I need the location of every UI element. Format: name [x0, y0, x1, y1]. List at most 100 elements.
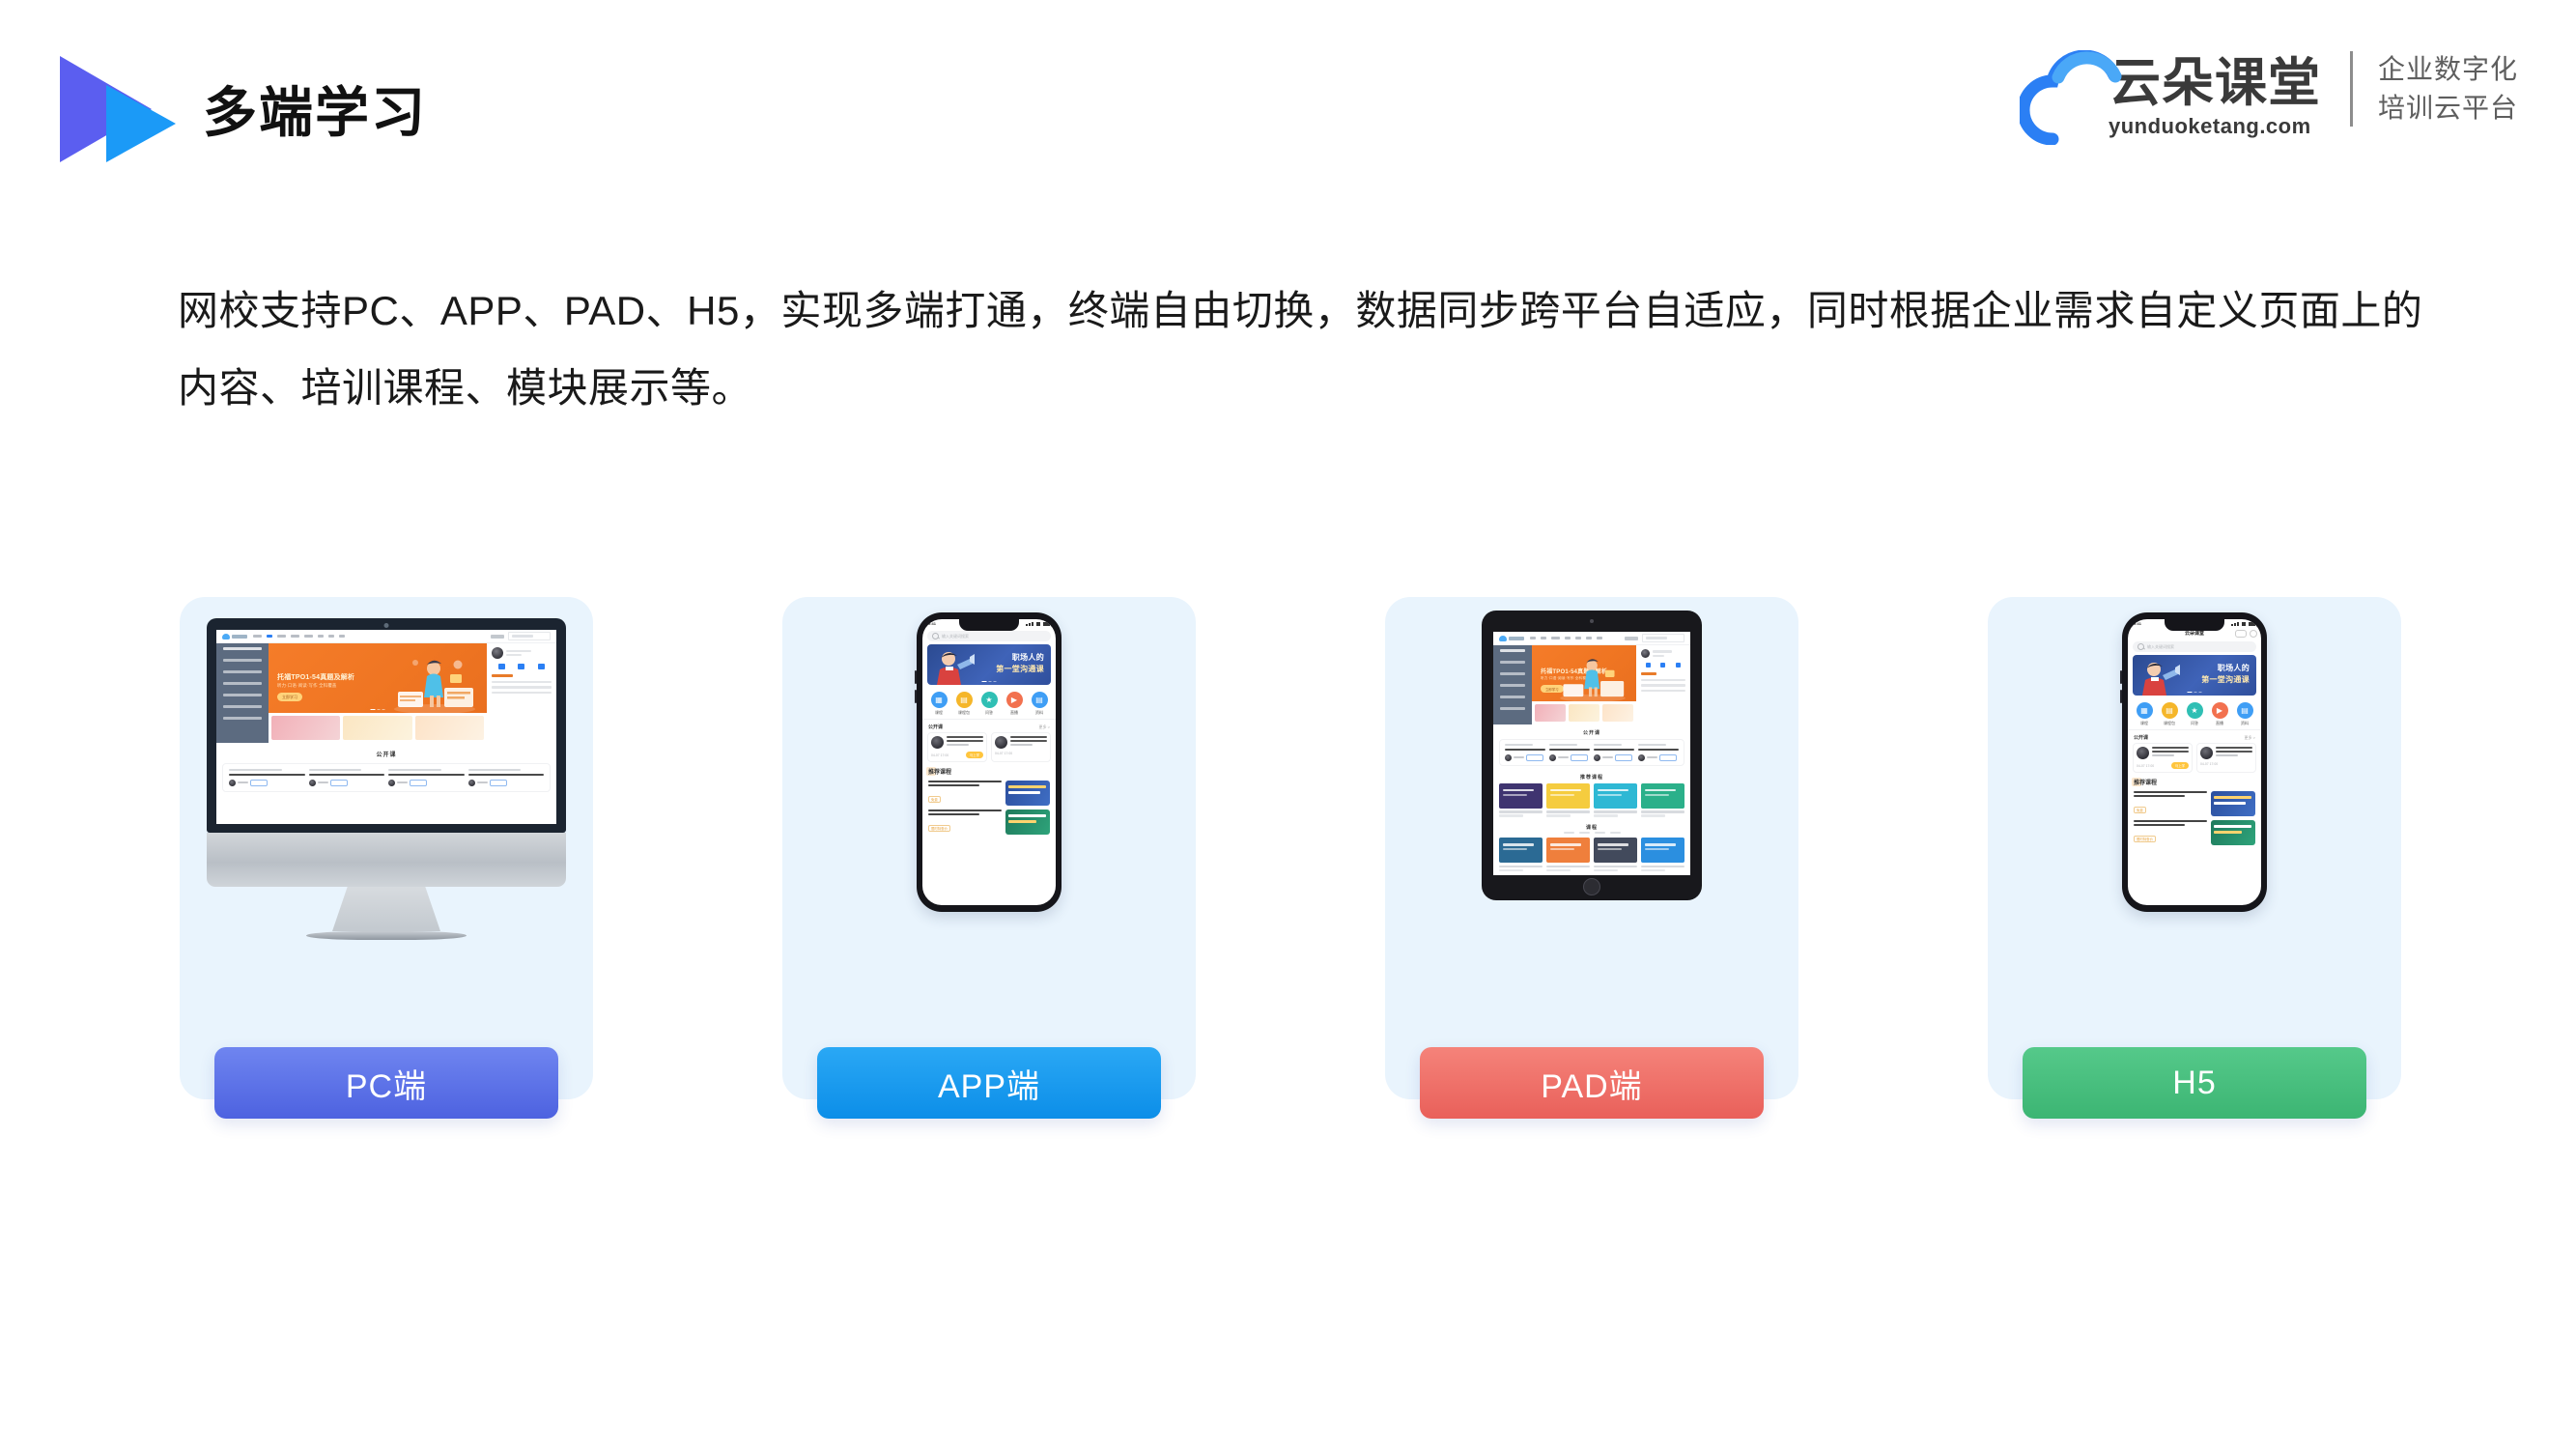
- status-time: 9:41: [928, 621, 937, 626]
- avatar: [931, 736, 944, 749]
- live-icon: ▶: [2211, 702, 2228, 719]
- search-input[interactable]: 输入关键词搜索: [927, 631, 1051, 641]
- course-tile[interactable]: [1546, 838, 1590, 871]
- triangle-blue-icon: [106, 85, 176, 162]
- avatar: [995, 736, 1007, 749]
- tab-item[interactable]: [1563, 831, 1574, 835]
- course-tag: 马上学: [2170, 762, 2189, 769]
- category-item[interactable]: ▤ 课程包: [955, 692, 973, 716]
- category-item[interactable]: ▤ 资料: [1031, 692, 1048, 716]
- open-course-list: 04-07 17:00 马上学 04-07 17:00: [2128, 743, 2261, 773]
- tab-item[interactable]: [1578, 831, 1590, 835]
- category-item[interactable]: ▶ 直播: [1005, 692, 1023, 716]
- app-banner[interactable]: 职场人的 第一堂沟通课: [927, 644, 1051, 685]
- volume-up-button: [915, 670, 917, 684]
- search-input[interactable]: 输入关键词搜索: [2133, 641, 2256, 652]
- pc-label-button[interactable]: PC端: [214, 1047, 558, 1119]
- recommend-badge: 免费: [2134, 806, 2146, 813]
- recommend-thumbnail: [1005, 781, 1050, 806]
- category-item[interactable]: ▦ 课程: [930, 692, 948, 716]
- tab-item[interactable]: [1594, 831, 1605, 835]
- course-tile[interactable]: [1499, 838, 1543, 871]
- hero-illustration: [390, 653, 479, 713]
- brand-tagline-line1: 企业数字化: [2377, 54, 2518, 85]
- sidebar-item: [223, 682, 262, 686]
- more-link[interactable]: 更多 >: [1039, 724, 1050, 730]
- promo-banner: [343, 716, 412, 740]
- pc-hero-button: 立即学习: [277, 693, 302, 701]
- pad-website-preview: 托福TPO1-54真题及解析 听力·口语·阅读·写作 全科覆盖 立即学习 公开课…: [1493, 632, 1690, 875]
- course-tile[interactable]: [1499, 782, 1543, 817]
- course-item[interactable]: 04-07 17:00 马上学: [2133, 743, 2193, 773]
- course-tile[interactable]: [1641, 838, 1684, 871]
- app-label-button[interactable]: APP端: [817, 1047, 1161, 1119]
- course-card: [229, 769, 305, 786]
- course-tile[interactable]: [1594, 782, 1637, 817]
- category-item[interactable]: ▤ 资料: [2236, 702, 2253, 726]
- category-item[interactable]: ★ 问答: [2186, 702, 2203, 726]
- pc-body: 托福TPO1-54真题及解析 听力·口语·阅读·写作 全科覆盖 立即学习: [216, 643, 556, 743]
- wechat-capsule-buttons[interactable]: [2235, 629, 2257, 638]
- category-item[interactable]: ▶ 直播: [2211, 702, 2228, 726]
- brand-logo-block: 云朵课堂 yunduoketang.com 企业数字化 培训云平台: [2017, 39, 2518, 146]
- nav-item: [1551, 637, 1560, 639]
- promo-banner: [1569, 704, 1599, 722]
- sidebar-item: [1500, 649, 1525, 653]
- pc-sidebar: [216, 643, 269, 743]
- user-profile: [1641, 649, 1685, 658]
- nav-item: [304, 635, 313, 638]
- course-time: 04-07 17:00: [2137, 763, 2155, 768]
- home-button[interactable]: [1583, 878, 1600, 895]
- device-card-pc[interactable]: 托福TPO1-54真题及解析 听力·口语·阅读·写作 全科覆盖 立即学习 公开课…: [180, 597, 593, 1119]
- brand-wordmark: 云朵课堂 yunduoketang.com: [2109, 57, 2321, 145]
- course-tile[interactable]: [1641, 782, 1684, 817]
- category-label: 问答: [985, 710, 993, 715]
- device-card-app[interactable]: 9:41 输入关键词搜索 职场人的 第一堂沟通课 ▦ 课程 ▤ 课程包 ★ 问答…: [782, 597, 1196, 1119]
- course-item[interactable]: 04-07 17:00 马上学: [927, 732, 987, 762]
- device-card-pad[interactable]: 托福TPO1-54真题及解析 听力·口语·阅读·写作 全科覆盖 立即学习 公开课…: [1385, 597, 1798, 1119]
- course-tile[interactable]: [1546, 782, 1590, 817]
- nav-item: [291, 635, 299, 638]
- page-title: 多端学习: [203, 82, 427, 143]
- status-icons: [1026, 621, 1050, 626]
- course-item[interactable]: 04-07 17:00: [2196, 743, 2256, 773]
- course-card: [467, 769, 544, 786]
- course-item[interactable]: 04-07 17:00: [991, 732, 1051, 762]
- tab-item[interactable]: [1609, 831, 1621, 835]
- device-cards-row: 托福TPO1-54真题及解析 听力·口语·阅读·写作 全科覆盖 立即学习 公开课…: [180, 597, 2401, 1119]
- pad-label-button[interactable]: PAD端: [1420, 1047, 1764, 1119]
- nav-item: [1541, 637, 1546, 639]
- course-card: [388, 769, 465, 786]
- banner-line1: 职场人的: [1011, 653, 1044, 662]
- iphone-mockup: 9:41 输入关键词搜索 职场人的 第一堂沟通课 ▦ 课程 ▤ 课程包 ★ 问答…: [915, 612, 1062, 912]
- course-time: 04-07 17:00: [931, 753, 949, 757]
- category-item[interactable]: ▦ 课程: [2136, 702, 2153, 726]
- aside-section-title: [1641, 672, 1656, 675]
- category-item[interactable]: ▤ 课程包: [2161, 702, 2178, 726]
- recommend-item[interactable]: 限时特惠价: [922, 808, 1056, 837]
- cloud-icon: [2017, 49, 2124, 146]
- nav-item: [339, 635, 345, 638]
- close-icon: [2250, 629, 2257, 638]
- page-header: 多端学习 云朵课堂 yunduoketang.com 企业数字化 培训云平台: [0, 0, 2576, 193]
- recommend-thumbnail: [2211, 791, 2255, 816]
- recommend-item[interactable]: 免费: [922, 779, 1056, 808]
- h5-banner[interactable]: 职场人的 第一堂沟通课: [2133, 655, 2256, 696]
- recommend-item[interactable]: 限时特惠价: [2128, 818, 2261, 847]
- device-card-h5[interactable]: 9:41 云朵课堂 输入关键词搜索 职场人的 第一堂沟通课 ▦ 课程 ▤ 课程包…: [1988, 597, 2401, 1119]
- download-app-link: [1625, 636, 1638, 640]
- open-course-section-header: 公开课 更多 >: [2128, 729, 2261, 743]
- recommend-thumbnail: [2211, 820, 2255, 845]
- h5-label-button[interactable]: H5: [2023, 1047, 2366, 1119]
- imac-chin: [207, 833, 566, 887]
- course-tile[interactable]: [1594, 838, 1637, 871]
- more-link[interactable]: 更多 >: [2245, 735, 2255, 741]
- open-course-list: 04-07 17:00 马上学 04-07 17:00: [922, 732, 1056, 762]
- pad-nav-bar: [1493, 632, 1690, 645]
- pad-screen: 托福TPO1-54真题及解析 听力·口语·阅读·写作 全科覆盖 立即学习 公开课…: [1493, 632, 1690, 875]
- category-item[interactable]: ★ 问答: [980, 692, 998, 716]
- document-icon: ▤: [1031, 692, 1048, 708]
- action-icon: [1675, 663, 1681, 668]
- recommend-item[interactable]: 免费: [2128, 789, 2261, 818]
- brand-url: yunduoketang.com: [2108, 114, 2311, 139]
